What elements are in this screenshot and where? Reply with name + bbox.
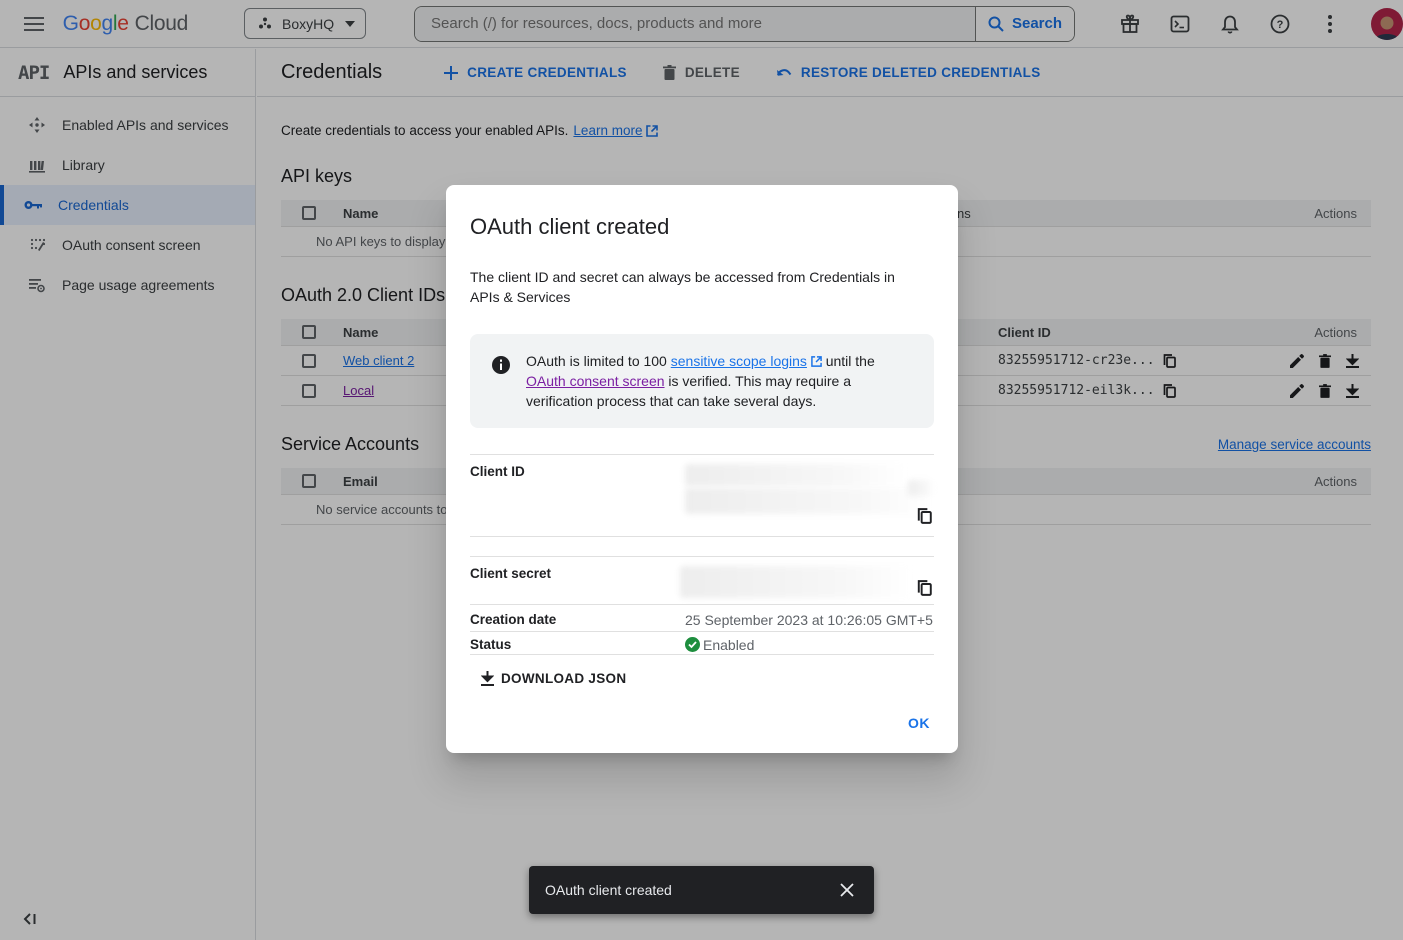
notice-text: OAuth is limited to 100 bbox=[526, 353, 671, 369]
copy-icon bbox=[917, 508, 932, 524]
dialog-description: The client ID and secret can always be a… bbox=[470, 267, 922, 307]
redacted-client-id bbox=[685, 488, 931, 514]
copy-icon bbox=[917, 580, 932, 596]
client-id-row: Client ID bbox=[470, 454, 934, 536]
verification-notice: OAuth is limited to 100 sensitive scope … bbox=[470, 334, 934, 428]
download-icon bbox=[481, 671, 494, 686]
creation-date-row: Creation date 25 September 2023 at 10:26… bbox=[470, 604, 934, 631]
status-row: Status Enabled bbox=[470, 631, 934, 655]
toast-close-button[interactable] bbox=[834, 877, 860, 903]
client-secret-label: Client secret bbox=[470, 566, 685, 598]
creation-date-label: Creation date bbox=[470, 612, 685, 627]
toast-message: OAuth client created bbox=[545, 882, 834, 898]
close-icon bbox=[840, 883, 854, 897]
notice-text: until the bbox=[822, 353, 875, 369]
redacted-client-id bbox=[685, 464, 907, 486]
external-link-icon bbox=[811, 356, 822, 367]
status-label: Status bbox=[470, 637, 685, 652]
creation-date-value: 25 September 2023 at 10:26:05 GMT+5 bbox=[685, 612, 933, 628]
copy-client-id-button[interactable] bbox=[917, 508, 932, 524]
download-json-label: DOWNLOAD JSON bbox=[501, 671, 626, 686]
redacted-client-secret bbox=[680, 566, 912, 598]
check-circle-icon bbox=[685, 637, 700, 652]
download-json-button[interactable]: DOWNLOAD JSON bbox=[481, 671, 626, 686]
status-value: Enabled bbox=[703, 637, 754, 653]
spacer-row bbox=[470, 536, 934, 556]
client-id-label: Client ID bbox=[470, 464, 685, 530]
ok-button[interactable]: OK bbox=[908, 715, 930, 731]
dialog-title: OAuth client created bbox=[470, 214, 934, 240]
info-icon bbox=[492, 356, 510, 411]
oauth-consent-screen-link[interactable]: OAuth consent screen bbox=[526, 373, 665, 389]
toast-notification: OAuth client created bbox=[529, 866, 874, 914]
sensitive-scope-logins-link[interactable]: sensitive scope logins bbox=[671, 353, 807, 369]
copy-client-secret-button[interactable] bbox=[917, 580, 932, 596]
redacted-client-id bbox=[908, 480, 934, 496]
client-secret-row: Client secret bbox=[470, 556, 934, 604]
oauth-client-created-dialog: OAuth client created The client ID and s… bbox=[446, 185, 958, 753]
